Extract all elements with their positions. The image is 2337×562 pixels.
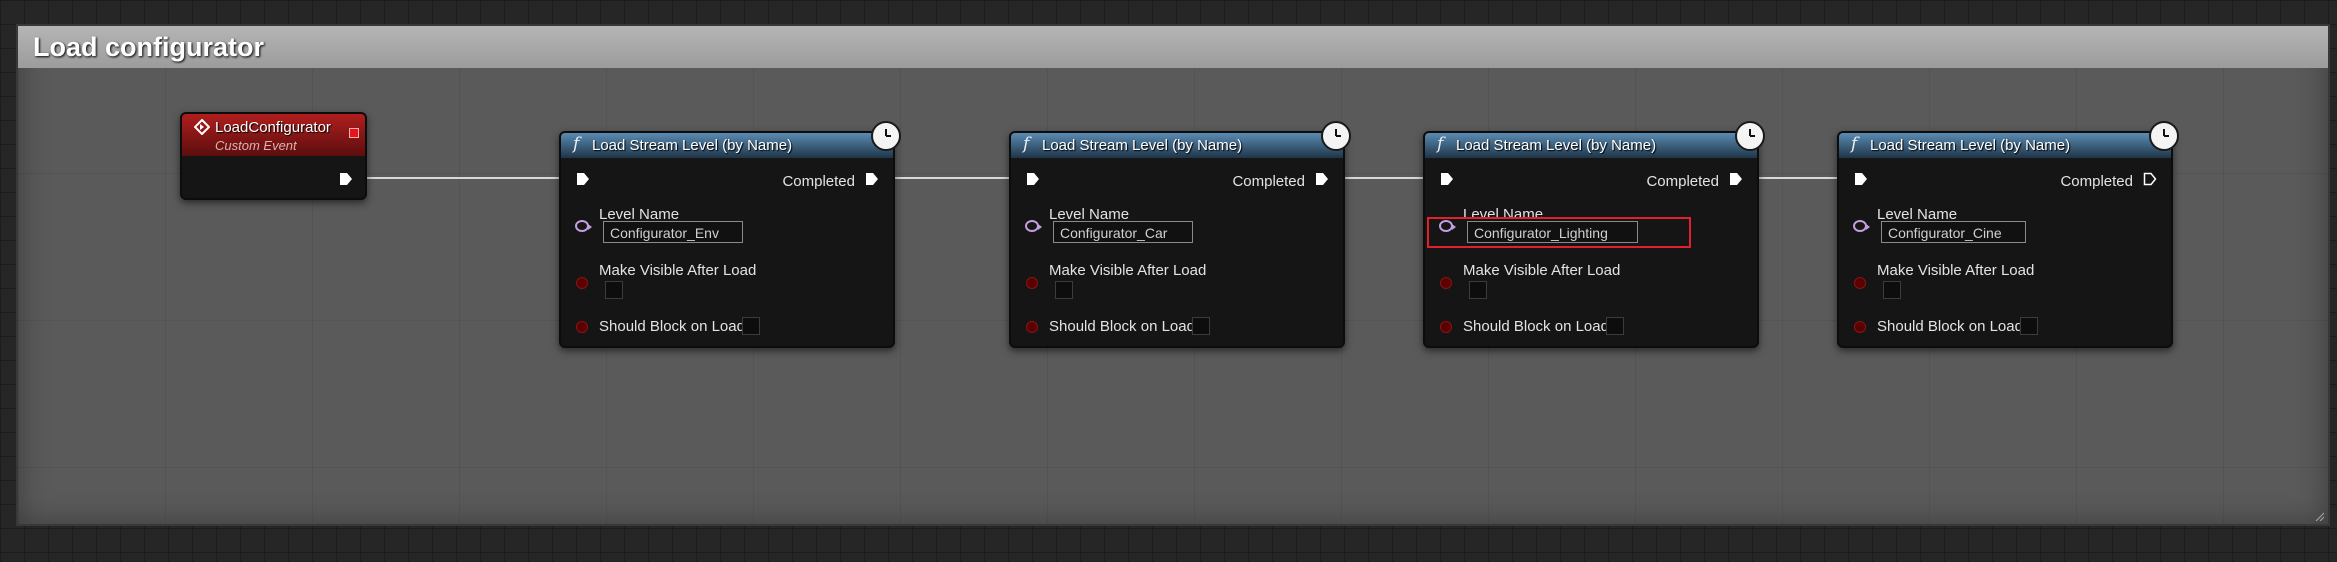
should-block-label: Should Block on Load [1877, 318, 2023, 335]
node-title: Load Stream Level (by Name) [1456, 137, 1657, 154]
level-name-pin-icon[interactable] [1853, 220, 1870, 232]
highlight-box [1427, 217, 1691, 248]
completed-label: Completed [782, 173, 855, 190]
exec-in-pin-icon[interactable] [576, 172, 590, 186]
node-header[interactable]: f Load Stream Level (by Name) [1011, 133, 1343, 158]
make-visible-checkbox[interactable] [605, 281, 623, 299]
make-visible-label: Make Visible After Load [1877, 262, 2035, 279]
node-header[interactable]: f Load Stream Level (by Name) [1839, 133, 2171, 158]
completed-label: Completed [1646, 173, 1719, 190]
make-visible-pin-icon[interactable] [576, 277, 588, 289]
clock-icon [1735, 121, 1765, 151]
make-visible-pin-icon[interactable] [1854, 277, 1866, 289]
node-title: Load Stream Level (by Name) [1042, 137, 1243, 154]
should-block-label: Should Block on Load [1049, 318, 1195, 335]
resize-grip-icon[interactable] [2314, 511, 2324, 521]
should-block-checkbox[interactable] [2020, 317, 2038, 335]
exec-in-pin-icon[interactable] [1854, 172, 1868, 186]
clock-icon [1321, 121, 1351, 151]
event-node-header[interactable]: LoadConfigurator Custom Event [182, 114, 365, 156]
level-name-pin-icon[interactable] [575, 220, 592, 232]
should-block-checkbox[interactable] [1192, 317, 1210, 335]
diamond-event-icon [194, 119, 210, 135]
load-stream-level-node-4[interactable]: f Load Stream Level (by Name) Completed … [1837, 121, 2179, 348]
exec-wire[interactable] [358, 177, 578, 179]
level-name-input[interactable]: Configurator_Env [603, 221, 743, 243]
should-block-pin-icon[interactable] [576, 321, 588, 333]
clock-icon [2149, 121, 2179, 151]
should-block-label: Should Block on Load [599, 318, 745, 335]
load-stream-level-node-3[interactable]: f Load Stream Level (by Name) Completed … [1423, 121, 1765, 348]
exec-out-pin-icon[interactable] [2143, 172, 2157, 186]
node-header[interactable]: f Load Stream Level (by Name) [1425, 133, 1757, 158]
level-name-input[interactable]: Configurator_Cine [1881, 221, 2026, 243]
should-block-pin-icon[interactable] [1026, 321, 1038, 333]
comment-title[interactable]: Load configurator [18, 26, 2328, 68]
clock-icon [871, 121, 901, 151]
function-icon: f [573, 134, 580, 154]
load-stream-level-node-2[interactable]: f Load Stream Level (by Name) Completed … [1009, 121, 1351, 348]
make-visible-label: Make Visible After Load [1463, 262, 1621, 279]
node-title: Load Stream Level (by Name) [1870, 137, 2071, 154]
exec-out-pin-icon[interactable] [1315, 172, 1329, 186]
load-stream-level-node-1[interactable]: f Load Stream Level (by Name) Completed … [559, 121, 901, 348]
make-visible-pin-icon[interactable] [1440, 277, 1452, 289]
level-name-input[interactable]: Configurator_Car [1053, 221, 1193, 243]
completed-label: Completed [2060, 173, 2133, 190]
exec-out-pin-icon[interactable] [865, 172, 879, 186]
function-icon: f [1851, 134, 1858, 154]
event-node-title: LoadConfigurator [215, 119, 331, 136]
exec-in-pin-icon[interactable] [1026, 172, 1040, 186]
make-visible-pin-icon[interactable] [1026, 277, 1038, 289]
should-block-pin-icon[interactable] [1440, 321, 1452, 333]
make-visible-label: Make Visible After Load [1049, 262, 1207, 279]
exec-in-pin-icon[interactable] [1440, 172, 1454, 186]
function-icon: f [1023, 134, 1030, 154]
should-block-pin-icon[interactable] [1854, 321, 1866, 333]
completed-label: Completed [1232, 173, 1305, 190]
make-visible-checkbox[interactable] [1883, 281, 1901, 299]
should-block-checkbox[interactable] [742, 317, 760, 335]
event-node-load-configurator[interactable]: LoadConfigurator Custom Event [180, 112, 367, 200]
should-block-checkbox[interactable] [1606, 317, 1624, 335]
node-header[interactable]: f Load Stream Level (by Name) [561, 133, 893, 158]
should-block-label: Should Block on Load [1463, 318, 1609, 335]
level-name-pin-icon[interactable] [1025, 220, 1042, 232]
make-visible-checkbox[interactable] [1469, 281, 1487, 299]
delegate-pin-icon[interactable] [349, 128, 359, 138]
make-visible-label: Make Visible After Load [599, 262, 757, 279]
node-title: Load Stream Level (by Name) [592, 137, 793, 154]
function-icon: f [1437, 134, 1444, 154]
event-node-subtitle: Custom Event [215, 138, 297, 153]
exec-out-pin-icon[interactable] [1729, 172, 1743, 186]
make-visible-checkbox[interactable] [1055, 281, 1073, 299]
exec-out-pin-icon[interactable] [339, 172, 353, 186]
